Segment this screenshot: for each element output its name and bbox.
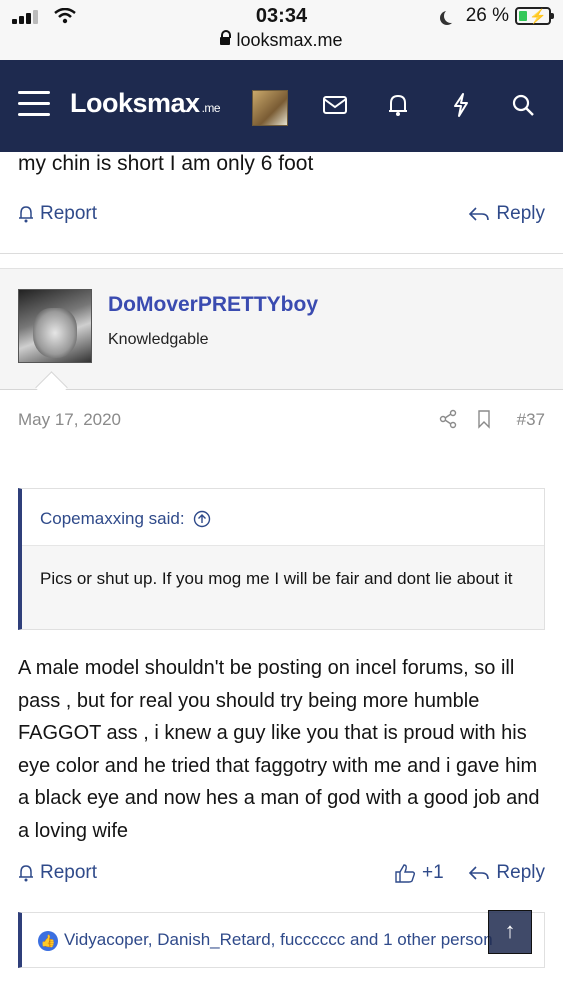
arrow-up-icon: ↑	[504, 918, 516, 943]
battery-percent: 26 %	[465, 5, 509, 26]
reactions-bar[interactable]: 👍 Vidyacoper, Danish_Retard, fucccccc an…	[18, 912, 545, 968]
quote-block: Copemaxxing said: Pics or shut up. If yo…	[18, 488, 545, 630]
url-text: looksmax.me	[236, 30, 343, 50]
account-avatar[interactable]	[252, 90, 288, 126]
reply-button[interactable]: Reply	[468, 862, 545, 884]
username-link[interactable]: DoMoverPRETTYboy	[108, 293, 318, 317]
search-icon[interactable]	[508, 90, 538, 120]
status-bar: 03:34 26 % ⚡ looksmax.me	[0, 0, 563, 60]
address-bar[interactable]: looksmax.me	[0, 30, 563, 51]
post-user-block: DoMoverPRETTYboy Knowledgable	[0, 268, 563, 404]
moon-icon	[444, 9, 458, 23]
site-logo[interactable]: Looksmax .me	[70, 88, 221, 119]
reply-icon	[469, 866, 490, 880]
battery-icon: ⚡	[515, 7, 554, 25]
post-body: A male model shouldn't be posting on inc…	[18, 657, 540, 842]
like-reaction-icon: 👍	[38, 931, 58, 951]
post-meta: May 17, 2020 #37	[18, 409, 545, 430]
arrow-up-circle-icon[interactable]	[193, 510, 211, 528]
quote-author[interactable]: Copemaxxing said:	[40, 509, 211, 529]
report-button[interactable]: Report	[18, 203, 97, 225]
lock-icon	[220, 30, 232, 45]
user-avatar[interactable]	[18, 289, 92, 363]
quote-text: Pics or shut up. If you mog me I will be…	[22, 545, 544, 629]
share-icon[interactable]	[438, 409, 458, 429]
user-pointer	[35, 371, 68, 404]
post-number[interactable]: #37	[517, 410, 545, 430]
post-actions: Report +1 Reply	[18, 862, 545, 892]
status-right: 26 % ⚡	[440, 5, 554, 27]
previous-post-text: my chin is short I am only 6 foot	[18, 152, 314, 175]
lightning-icon[interactable]	[446, 90, 476, 120]
reply-icon	[469, 207, 490, 221]
bell-icon	[19, 206, 33, 223]
bookmark-icon[interactable]	[476, 409, 492, 429]
post-date[interactable]: May 17, 2020	[18, 410, 121, 429]
inbox-icon[interactable]	[320, 90, 350, 120]
like-button[interactable]: +1	[394, 862, 444, 884]
reactions-text[interactable]: Vidyacoper, Danish_Retard, fucccccc and …	[64, 930, 493, 950]
previous-post-actions: Report Reply	[18, 203, 545, 233]
scroll-to-top-button[interactable]: ↑	[488, 910, 532, 954]
bell-icon	[19, 865, 33, 882]
site-navbar: Looksmax .me	[0, 60, 563, 152]
post-divider	[0, 253, 563, 254]
reply-button[interactable]: Reply	[468, 203, 545, 225]
user-title: Knowledgable	[108, 331, 209, 348]
bell-icon[interactable]	[383, 90, 413, 120]
report-button[interactable]: Report	[18, 862, 97, 884]
thumbs-up-icon	[395, 864, 416, 883]
menu-icon[interactable]	[18, 91, 50, 117]
